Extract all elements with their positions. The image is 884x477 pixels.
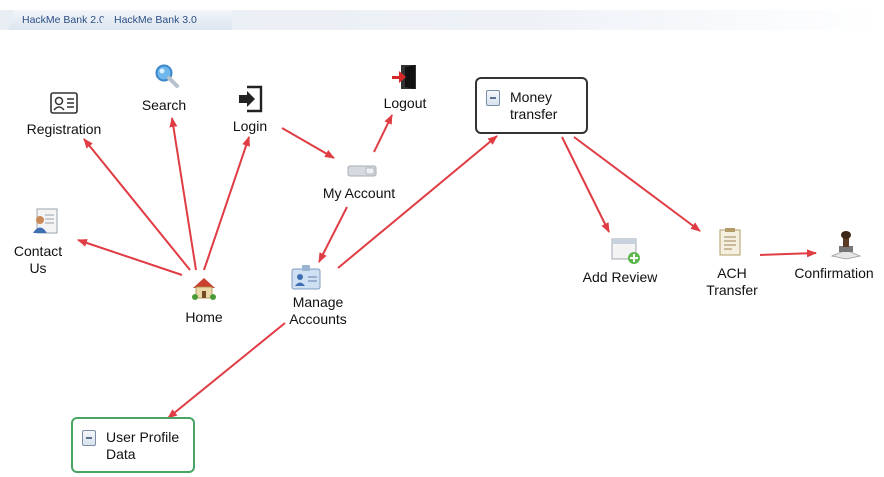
- node-search[interactable]: Search: [126, 97, 202, 114]
- wallet-icon: [347, 164, 377, 178]
- node-confirmation[interactable]: Confirmation: [786, 265, 882, 282]
- contact-card-icon: [31, 207, 59, 235]
- node-login[interactable]: Login: [222, 118, 278, 135]
- node-contact-us[interactable]: Contact Us: [6, 243, 70, 277]
- confirmation-label: Confirmation: [794, 265, 874, 281]
- edge-ach-confirm: [759, 249, 817, 258]
- id-card-icon: [50, 92, 78, 114]
- node-my-account[interactable]: My Account: [307, 185, 411, 202]
- edge-home-login: [203, 136, 250, 271]
- node-money-transfer[interactable]: Money transfer: [475, 77, 588, 134]
- page-icon: [486, 90, 500, 106]
- edge-home-search: [169, 117, 197, 271]
- edge-home-contact: [77, 239, 183, 276]
- search-label: Search: [141, 97, 187, 113]
- node-registration[interactable]: Registration: [14, 121, 114, 138]
- login-label: Login: [232, 118, 268, 134]
- edge-manage-money: [337, 135, 498, 269]
- my-account-label: My Account: [322, 185, 396, 201]
- logout-door-icon: [391, 63, 419, 91]
- login-door-icon: [237, 85, 263, 113]
- add-review-label: Add Review: [582, 269, 658, 285]
- edge-login-myaccount: [281, 127, 335, 159]
- contact-us-label: Contact Us: [13, 243, 63, 276]
- node-home[interactable]: Home: [172, 309, 236, 326]
- node-ach-transfer[interactable]: ACH Transfer: [696, 265, 768, 299]
- node-manage-accounts[interactable]: Manage Accounts: [270, 294, 366, 328]
- edge-money-review: [561, 136, 610, 233]
- stamp-icon: [829, 230, 863, 260]
- house-icon: [191, 276, 217, 300]
- registration-label: Registration: [26, 121, 102, 137]
- magnifier-icon: [154, 63, 180, 89]
- edge-myaccount-logout: [373, 114, 393, 153]
- diagram-edges: [77, 114, 817, 419]
- window-add-icon: [611, 237, 641, 265]
- money-transfer-label: Money transfer: [510, 89, 558, 122]
- edge-myaccount-manage: [318, 206, 348, 263]
- logout-label: Logout: [383, 95, 427, 111]
- ach-transfer-label: ACH Transfer: [706, 265, 758, 298]
- edge-money-ach: [573, 136, 701, 232]
- edge-home-registration: [83, 138, 191, 271]
- document-icon: [719, 228, 741, 256]
- edge-manage-userprofile: [167, 322, 286, 419]
- node-user-profile-data[interactable]: User Profile Data: [71, 417, 195, 473]
- page-icon: [82, 430, 96, 446]
- home-label: Home: [185, 309, 223, 325]
- node-add-review[interactable]: Add Review: [570, 269, 670, 286]
- node-logout[interactable]: Logout: [372, 95, 438, 112]
- badge-icon: [291, 264, 321, 290]
- manage-accounts-label: Manage Accounts: [289, 294, 347, 327]
- user-profile-data-label: User Profile Data: [106, 429, 180, 462]
